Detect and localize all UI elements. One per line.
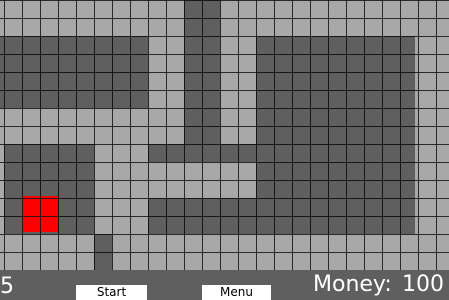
money-value: 100	[402, 272, 444, 297]
path-tile	[0, 108, 130, 144]
path-tile	[112, 108, 148, 270]
enemy-unit	[22, 196, 58, 232]
path-tile	[415, 36, 449, 270]
money-label: Money:	[313, 272, 392, 297]
start-button[interactable]: Start	[76, 285, 147, 300]
menu-button[interactable]: Menu	[202, 285, 271, 300]
path-tile	[0, 0, 184, 36]
path-tile	[94, 144, 112, 234]
path-tile	[220, 36, 256, 144]
path-tile	[148, 36, 184, 144]
game-board[interactable]	[0, 0, 449, 270]
level-value: 5	[0, 274, 14, 299]
path-tile	[220, 0, 449, 36]
path-tile	[0, 234, 94, 270]
path-tile	[148, 162, 256, 198]
path-tile	[148, 234, 415, 270]
